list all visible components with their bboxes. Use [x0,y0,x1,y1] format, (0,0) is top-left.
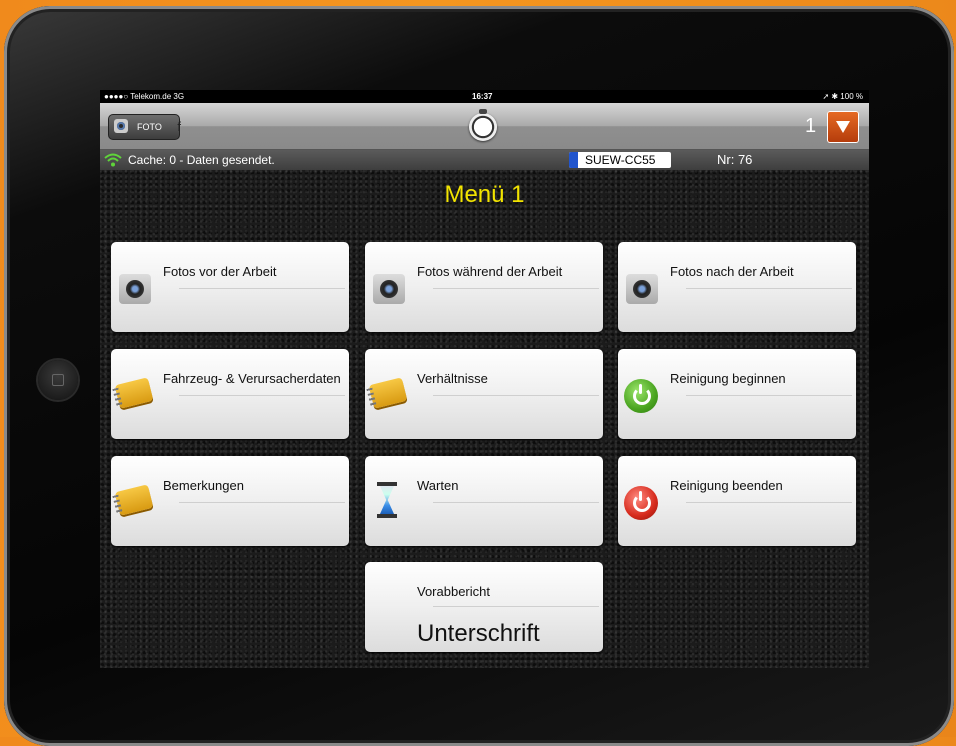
clock: 16:37 [472,92,493,101]
tile-fotos-vor[interactable]: Fotos vor der Arbeit [111,242,349,332]
carrier-label: ●●●●○ Telekom.de 3G [104,92,185,101]
eu-flag-icon [569,152,578,168]
license-plate: SUEW-CC55 [569,152,671,168]
home-square-icon [52,374,64,386]
tile-label: Warten [417,478,459,493]
power-green-icon [624,379,658,413]
tile-label: Reinigung beginnen [670,371,786,386]
tile-sublabel: Unterschrift [417,620,540,647]
divider [179,395,345,396]
notebook-icon [114,377,154,409]
menu-title: Menü 1 [444,181,525,208]
tile-label: Reinigung beenden [670,478,783,493]
wifi-icon [104,153,122,167]
camera-icon [373,274,405,304]
foto-button[interactable]: FOTO f [108,114,181,140]
tile-reinigung-beenden[interactable]: Reinigung beenden [618,456,856,546]
tile-fotos-waehrend[interactable]: Fotos während der Arbeit [365,242,603,332]
divider [686,395,852,396]
ios-status-bar: ●●●●○ Telekom.de 3G 16:37 ➚ ✱ 100 % [100,90,869,103]
status-info-bar: Cache: 0 - Daten gesendet. SUEW-CC55 Nr:… [100,150,869,170]
divider [686,502,852,503]
tile-warten[interactable]: Warten [365,456,603,546]
cache-status: Cache: 0 - Daten gesendet. [128,153,275,167]
power-red-icon [624,486,658,520]
battery-status: ➚ ✱ 100 % [822,92,863,101]
order-number: Nr: 76 [717,152,753,167]
divider [179,502,345,503]
tile-label: Vorabbericht [417,584,490,599]
queue-counter: 1 [805,115,817,137]
camera-icon [119,274,151,304]
tile-label: Fahrzeug- & Verursacherdaten [163,371,341,386]
divider [686,288,852,289]
divider [179,288,345,289]
foto-button-label: FOTO [137,122,162,132]
divider [433,502,599,503]
tile-verhaeltnisse[interactable]: Verhältnisse [365,349,603,439]
tile-fahrzeugdaten[interactable]: Fahrzeug- & Verursacherdaten [111,349,349,439]
plate-number: SUEW-CC55 [585,153,656,167]
hourglass-icon [377,482,397,518]
camera-icon [626,274,658,304]
tile-label: Bemerkungen [163,478,244,493]
tile-label: Fotos vor der Arbeit [163,264,277,279]
app-screen: ●●●●○ Telekom.de 3G 16:37 ➚ ✱ 100 % FOTO… [100,90,869,668]
stopwatch-icon[interactable] [469,109,497,141]
tile-reinigung-beginnen[interactable]: Reinigung beginnen [618,349,856,439]
divider [433,395,599,396]
upload-icon[interactable] [827,111,859,143]
camera-icon [114,119,128,133]
foto-trailing-text: f [177,119,181,134]
tile-label: Fotos während der Arbeit [417,264,563,279]
tile-label: Verhältnisse [417,371,488,386]
tile-unterschrift[interactable]: Vorabbericht Unterschrift [365,562,603,652]
tile-bemerkungen[interactable]: Bemerkungen [111,456,349,546]
toolbar: FOTO f 1 [100,103,869,150]
notebook-icon [368,377,408,409]
tile-label: Fotos nach der Arbeit [670,264,794,279]
divider [433,288,599,289]
home-button[interactable] [38,360,78,400]
tile-fotos-nach[interactable]: Fotos nach der Arbeit [618,242,856,332]
divider [433,606,599,607]
notebook-icon [114,484,154,516]
